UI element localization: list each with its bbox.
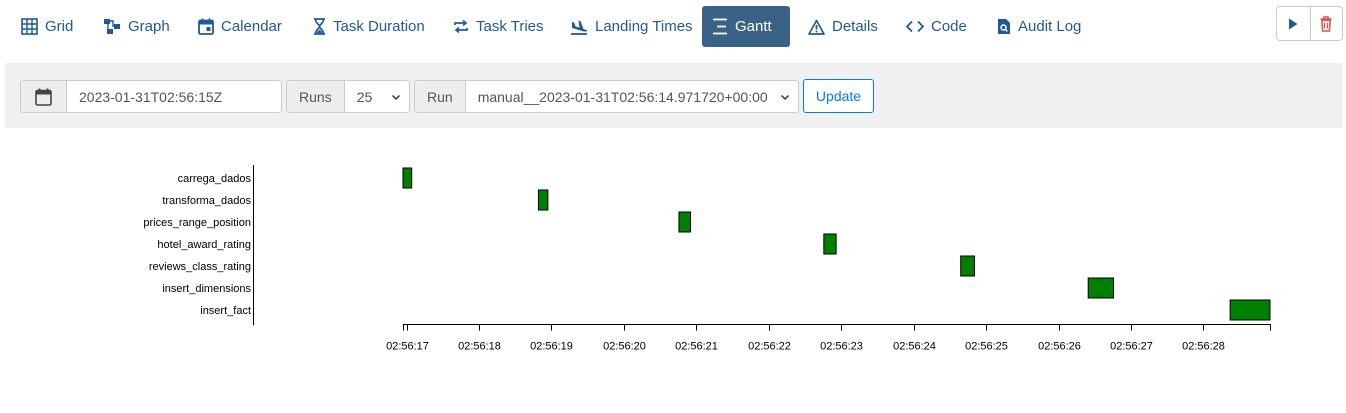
hourglass-icon — [314, 18, 325, 35]
base-date-value: 2023-01-31T02:56:15Z — [79, 88, 223, 105]
tab-label: Code — [931, 18, 967, 35]
run-group: Run manual__2023-01-31T02:56:14.971720+0… — [414, 80, 799, 113]
task-label: reviews_class_rating — [149, 261, 251, 273]
run-select[interactable]: manual__2023-01-31T02:56:14.971720+00:00 — [466, 81, 798, 112]
chevron-down-icon — [780, 94, 790, 101]
play-icon — [1289, 18, 1298, 29]
tab-code[interactable]: Code — [896, 6, 977, 47]
task-bar[interactable] — [1229, 299, 1271, 321]
tab-task-duration[interactable]: Task Duration — [303, 6, 435, 47]
tab-label: Task Duration — [333, 18, 425, 35]
time-axis: 02:56:17 02:56:18 02:56:19 02:56:20 02:56:21… — [386, 324, 1271, 353]
file-search-icon — [998, 19, 1010, 34]
x-tick-label: 02:56:28 — [1182, 341, 1225, 353]
task-label: carrega_dados — [178, 173, 252, 185]
plane-landing-icon — [571, 20, 588, 35]
gantt-chart: carrega_dados transforma_dados prices_rang… — [143, 165, 1271, 353]
x-tick-label: 02:56:17 — [386, 341, 429, 353]
tab-label: Grid — [45, 18, 74, 35]
task-labels: carrega_dados transforma_dados prices_rang… — [143, 173, 251, 317]
grid-icon — [21, 18, 38, 35]
task-label: insert_fact — [200, 305, 251, 317]
x-tick-label: 02:56:18 — [458, 341, 501, 353]
task-bar[interactable] — [1087, 277, 1115, 299]
tab-label: Task Tries — [476, 18, 544, 35]
tab-graph[interactable]: Graph — [93, 6, 180, 47]
tab-task-tries[interactable]: Task Tries — [443, 6, 554, 47]
x-tick-label: 02:56:27 — [1110, 341, 1153, 353]
retry-icon — [454, 19, 468, 34]
task-bar[interactable] — [537, 189, 549, 211]
trash-icon — [1320, 15, 1332, 32]
task-label: insert_dimensions — [162, 283, 251, 295]
tab-label: Audit Log — [1018, 18, 1082, 35]
tab-label: Graph — [128, 18, 170, 35]
run-label: Run — [415, 81, 466, 112]
task-bars — [402, 167, 1271, 321]
x-tick-label: 02:56:23 — [820, 341, 863, 353]
task-label: prices_range_position — [143, 217, 251, 229]
gantt-filter-bar: 2023-01-31T02:56:15Z Runs 25 Run manual_… — [5, 63, 1343, 128]
calendar-icon — [35, 88, 52, 106]
x-tick-label: 02:56:22 — [748, 341, 791, 353]
base-date-input[interactable]: 2023-01-31T02:56:15Z — [67, 81, 281, 112]
tab-label: Gantt — [735, 18, 772, 35]
x-axis-line — [403, 324, 1271, 331]
run-value: manual__2023-01-31T02:56:14.971720+00:00 — [477, 88, 768, 105]
chevron-down-icon — [391, 94, 401, 101]
runs-label: Runs — [287, 81, 345, 112]
gantt-icon — [713, 18, 727, 35]
code-icon — [906, 20, 924, 33]
base-date-group: 2023-01-31T02:56:15Z — [20, 80, 282, 113]
dag-action-buttons — [1276, 6, 1343, 41]
x-tick-label: 02:56:26 — [1038, 341, 1081, 353]
tab-label: Details — [832, 18, 878, 35]
dag-view-nav: Grid Graph Calendar Task Duration Task T… — [0, 0, 1346, 50]
graph-icon — [104, 19, 120, 34]
task-label: hotel_award_rating — [157, 239, 251, 251]
tab-audit-log[interactable]: Audit Log — [987, 6, 1091, 47]
trigger-dag-button[interactable] — [1277, 7, 1310, 40]
task-bar[interactable] — [402, 167, 413, 189]
warning-triangle-icon — [808, 19, 825, 35]
tab-details[interactable]: Details — [798, 6, 888, 47]
x-tick-label: 02:56:25 — [965, 341, 1008, 353]
task-bar[interactable] — [960, 255, 975, 277]
task-label: transforma_dados — [162, 195, 251, 207]
x-tick-label: 02:56:19 — [530, 341, 573, 353]
x-tick-label: 02:56:21 — [675, 341, 718, 353]
task-bar[interactable] — [678, 211, 692, 233]
calendar-icon — [198, 18, 214, 35]
runs-group: Runs 25 — [286, 80, 410, 113]
delete-dag-button[interactable] — [1309, 7, 1343, 40]
task-bar[interactable] — [823, 233, 837, 255]
update-button[interactable]: Update — [803, 79, 874, 113]
tab-label: Landing Times — [595, 18, 693, 35]
tab-grid[interactable]: Grid — [11, 6, 83, 47]
runs-value: 25 — [356, 88, 373, 105]
tab-calendar[interactable]: Calendar — [188, 6, 292, 47]
tab-label: Calendar — [221, 18, 282, 35]
tab-landing-times[interactable]: Landing Times — [560, 6, 703, 47]
runs-select[interactable]: 25 — [345, 81, 409, 112]
x-tick-label: 02:56:24 — [893, 341, 936, 353]
date-picker-button[interactable] — [21, 81, 67, 112]
x-tick-label: 02:56:20 — [603, 341, 646, 353]
tab-gantt[interactable]: Gantt — [702, 6, 790, 47]
